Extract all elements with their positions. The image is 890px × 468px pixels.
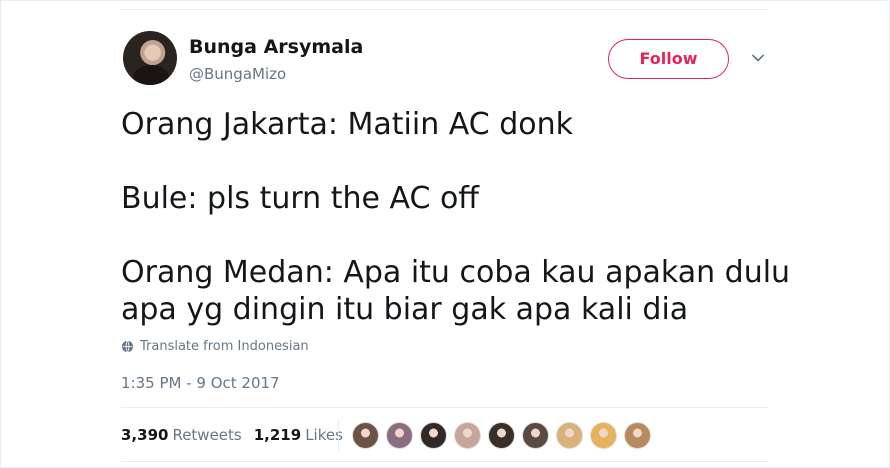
liker-avatar[interactable] (590, 422, 617, 449)
chevron-down-icon[interactable] (750, 50, 766, 66)
liker-avatar[interactable] (488, 422, 515, 449)
liker-avatar[interactable] (556, 422, 583, 449)
liker-avatar[interactable] (522, 422, 549, 449)
tweet-stats: 3,390 Retweets 1,219 Likes (121, 426, 343, 444)
translate-link[interactable]: Translate from Indonesian (121, 339, 309, 354)
author-name[interactable]: Bunga Arsymala (189, 36, 363, 58)
liker-avatar[interactable] (352, 422, 379, 449)
tweet-text: Orang Jakarta: Matiin AC donk Bule: pls … (121, 107, 791, 327)
liker-avatar[interactable] (624, 422, 651, 449)
author-avatar[interactable] (123, 31, 177, 85)
liker-avatar[interactable] (420, 422, 447, 449)
liker-avatar[interactable] (386, 422, 413, 449)
likes-count: 1,219 (253, 426, 302, 444)
stats-bottom-divider (121, 461, 769, 462)
retweets-label: Retweets (172, 426, 242, 444)
follow-button[interactable]: Follow (608, 39, 729, 79)
globe-icon (121, 340, 134, 353)
author-handle[interactable]: @BungaMizo (189, 65, 286, 83)
liker-avatars (352, 422, 651, 449)
tweet-card: Bunga Arsymala @BungaMizo Follow Orang J… (0, 0, 890, 468)
liker-avatar[interactable] (454, 422, 481, 449)
likes-stat[interactable]: 1,219 Likes (254, 426, 343, 444)
retweets-stat[interactable]: 3,390 Retweets (121, 426, 242, 444)
top-divider (121, 9, 769, 10)
retweets-count: 3,390 (121, 426, 169, 444)
stats-separator (338, 419, 339, 451)
translate-label: Translate from Indonesian (140, 339, 309, 354)
stats-top-divider (121, 407, 769, 408)
tweet-timestamp[interactable]: 1:35 PM - 9 Oct 2017 (121, 374, 280, 392)
